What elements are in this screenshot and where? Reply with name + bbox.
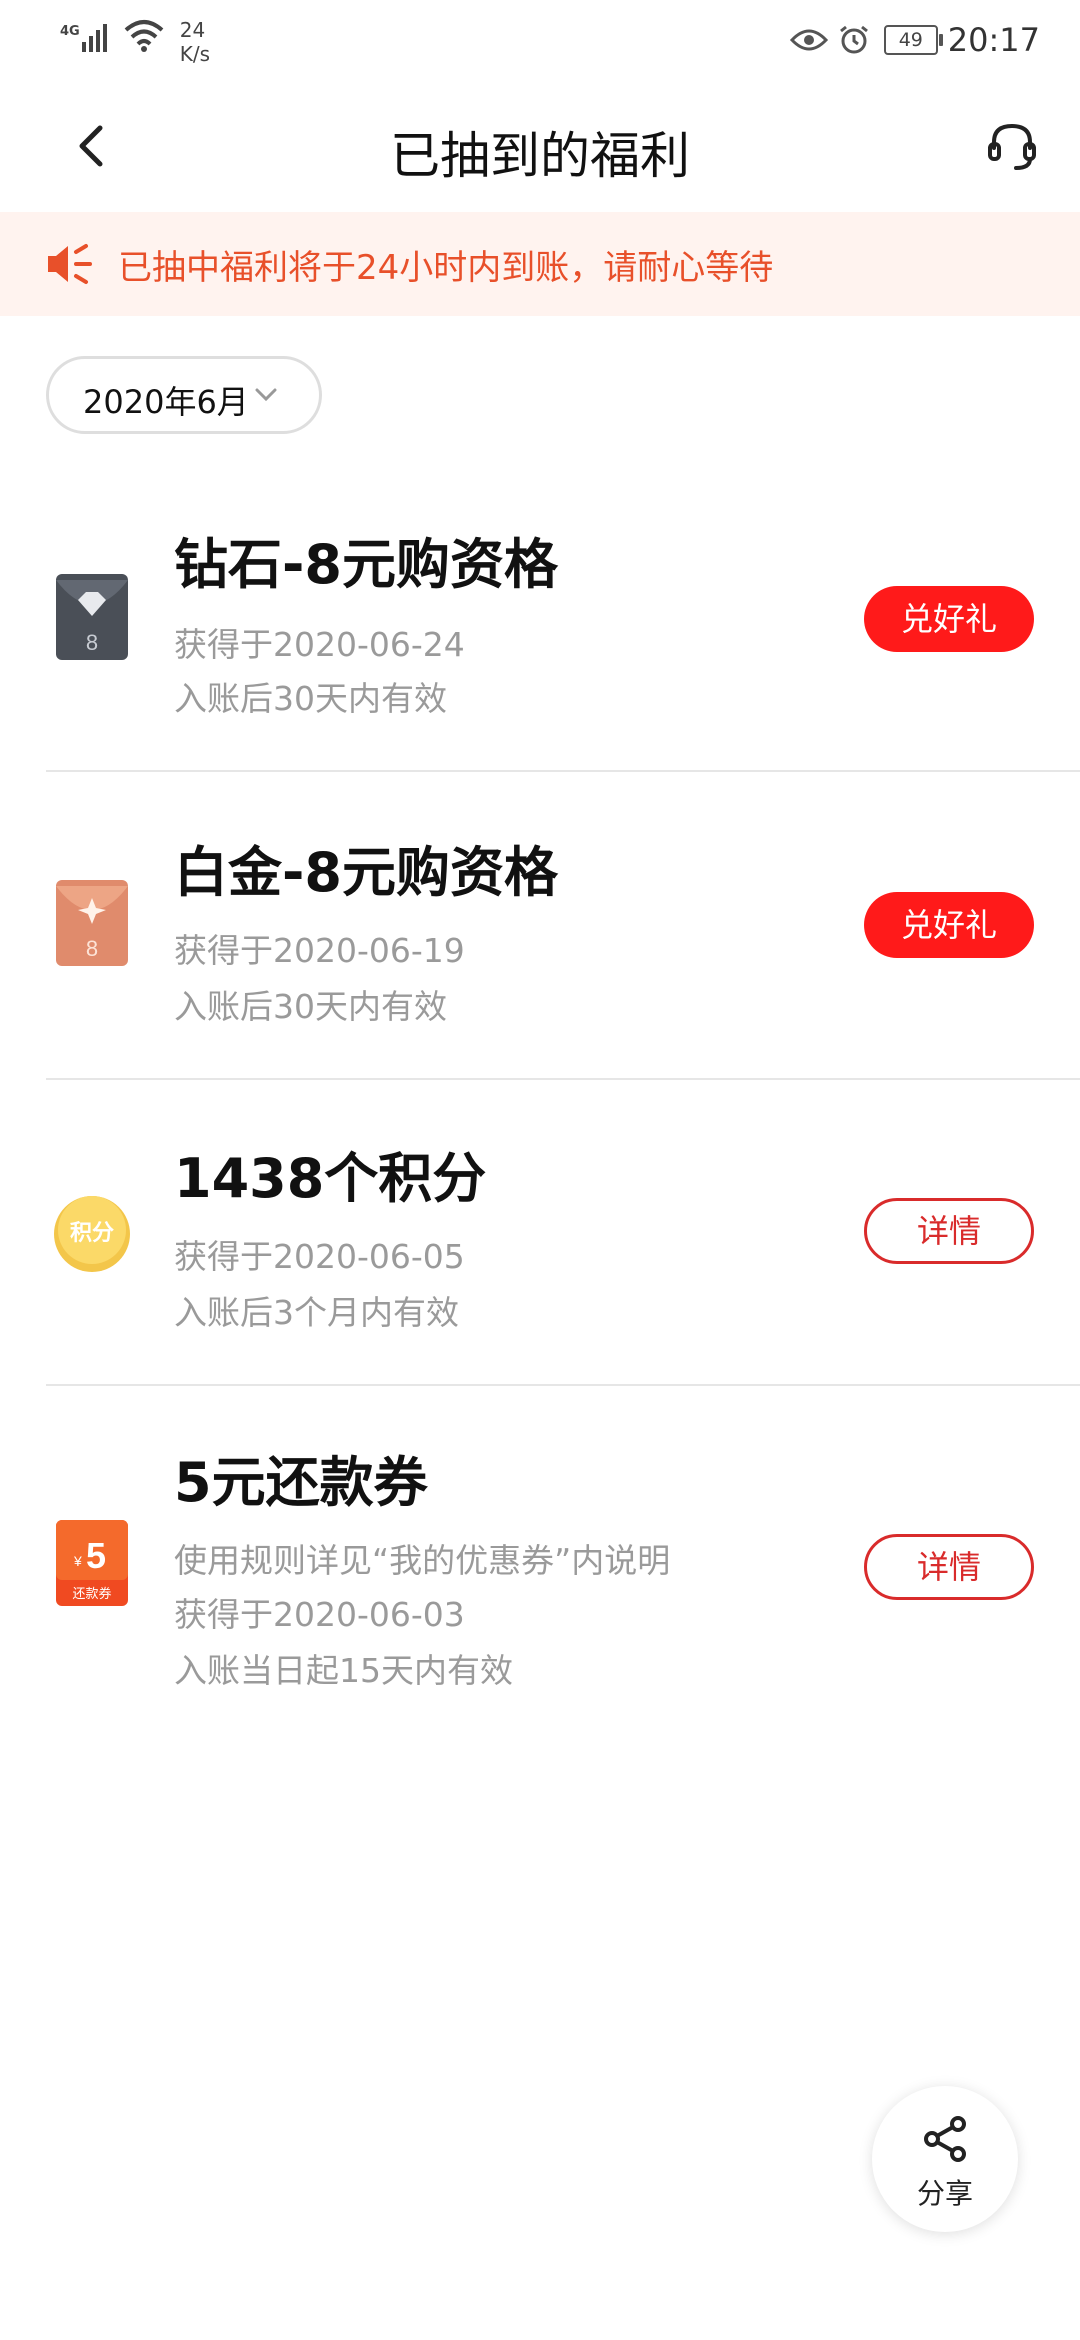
month-label: 2020年6月 (83, 383, 249, 421)
reward-date: 获得于2020-06-03 (174, 1595, 465, 1634)
reward-title: 白金-8元购资格 (174, 841, 558, 904)
battery-indicator: 49 (883, 25, 943, 55)
reward-validity: 入账当日起15天内有效 (174, 1651, 513, 1690)
network-speed: 24 K/s (180, 18, 210, 66)
reward-validity: 入账后30天内有效 (174, 679, 447, 718)
reward-rule: 使用规则详见“我的优惠券”内说明 (174, 1541, 671, 1580)
wifi-icon (124, 20, 164, 52)
redeem-button[interactable]: 兑好礼 (864, 586, 1034, 652)
share-button[interactable]: 分享 (872, 2086, 1018, 2232)
divider (46, 1078, 1080, 1080)
svg-text:8: 8 (86, 630, 98, 655)
status-bar: 4G 24 K/s 49 20:17 (0, 0, 1080, 80)
points-coin-icon: 积分 (54, 1196, 130, 1272)
reward-validity: 入账后30天内有效 (174, 987, 447, 1026)
redeem-button[interactable]: 兑好礼 (864, 892, 1034, 958)
page: 4G 24 K/s 49 20:17 已抽到的福利 已抽中福利将于24小时内到账… (0, 0, 1080, 2340)
share-icon (924, 2116, 966, 2162)
divider (46, 1384, 1080, 1386)
share-label: 分享 (916, 2177, 973, 2210)
details-button[interactable]: 详情 (864, 1534, 1034, 1600)
reward-date: 获得于2020-06-24 (174, 625, 465, 664)
megaphone-icon (48, 244, 92, 284)
network-type: 4G (60, 24, 80, 39)
points-coin-text: 积分 (70, 1221, 114, 1246)
diamond-card-icon: 8 (56, 574, 128, 660)
details-button[interactable]: 详情 (864, 1198, 1034, 1264)
app-header: 已抽到的福利 (0, 80, 1080, 212)
reward-title: 5元还款券 (174, 1451, 428, 1514)
reward-validity: 入账后3个月内有效 (174, 1293, 459, 1332)
reward-title: 1438个积分 (174, 1147, 487, 1210)
speed-value: 24 (179, 18, 206, 42)
reward-date: 获得于2020-06-19 (174, 931, 465, 970)
chevron-down-icon (255, 388, 277, 402)
reward-date: 获得于2020-06-05 (174, 1237, 465, 1276)
coupon-currency: ¥ (73, 1553, 82, 1569)
svg-text:8: 8 (86, 936, 98, 961)
clock: 20:17 (947, 21, 1040, 59)
eye-icon (789, 29, 828, 51)
status-left: 4G 24 K/s (60, 18, 210, 66)
divider (46, 770, 1080, 772)
headset-icon[interactable] (984, 118, 1040, 174)
reward-title: 钻石-8元购资格 (174, 533, 558, 596)
status-right: 49 20:17 (789, 18, 1040, 62)
month-filter[interactable]: 2020年6月 (46, 356, 322, 434)
notice-text: 已抽中福利将于24小时内到账，请耐心等待 (118, 248, 774, 288)
coupon-text: 还款券 (72, 1586, 111, 1602)
signal-icon (81, 18, 110, 52)
repayment-coupon-icon: ¥ 5 还款券 (56, 1520, 128, 1606)
speed-unit: K/s (179, 42, 210, 66)
platinum-card-icon: 8 (56, 880, 128, 966)
coupon-value: 5 (86, 1535, 106, 1576)
alarm-icon (839, 25, 868, 54)
page-title: 已抽到的福利 (390, 127, 690, 185)
notice-bar: 已抽中福利将于24小时内到账，请耐心等待 (0, 212, 1080, 316)
